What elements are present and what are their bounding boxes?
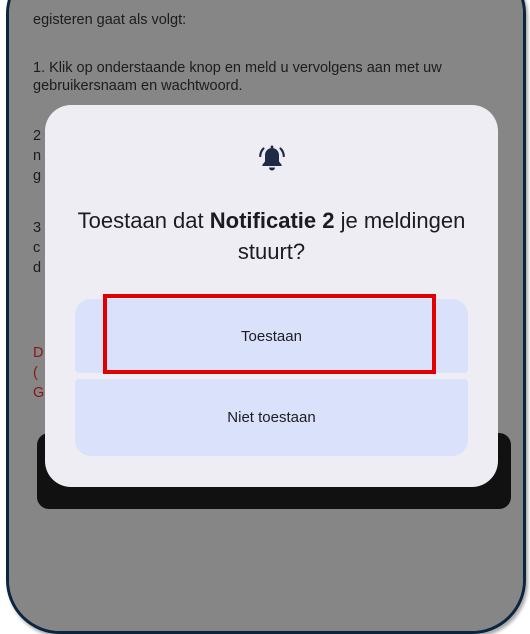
screenshot-stage: egisteren gaat als volgt: 1. Klik op ond… xyxy=(0,0,530,634)
dialog-title-prefix: Toestaan dat xyxy=(77,208,210,233)
page-text-step-1: 1. Klik op onderstaande knop en meld u v… xyxy=(33,60,442,94)
notification-permission-dialog: Toestaan dat Notificatie 2 je meldingen … xyxy=(45,105,498,487)
bell-ringing-icon xyxy=(258,145,285,171)
page-text-line: egisteren gaat als volgt: xyxy=(33,12,187,28)
dialog-title: Toestaan dat Notificatie 2 je meldingen … xyxy=(75,205,468,267)
allow-button[interactable]: Toestaan xyxy=(75,299,468,373)
deny-button[interactable]: Niet toestaan xyxy=(75,379,468,456)
dialog-title-app-name: Notificatie 2 xyxy=(209,208,335,233)
